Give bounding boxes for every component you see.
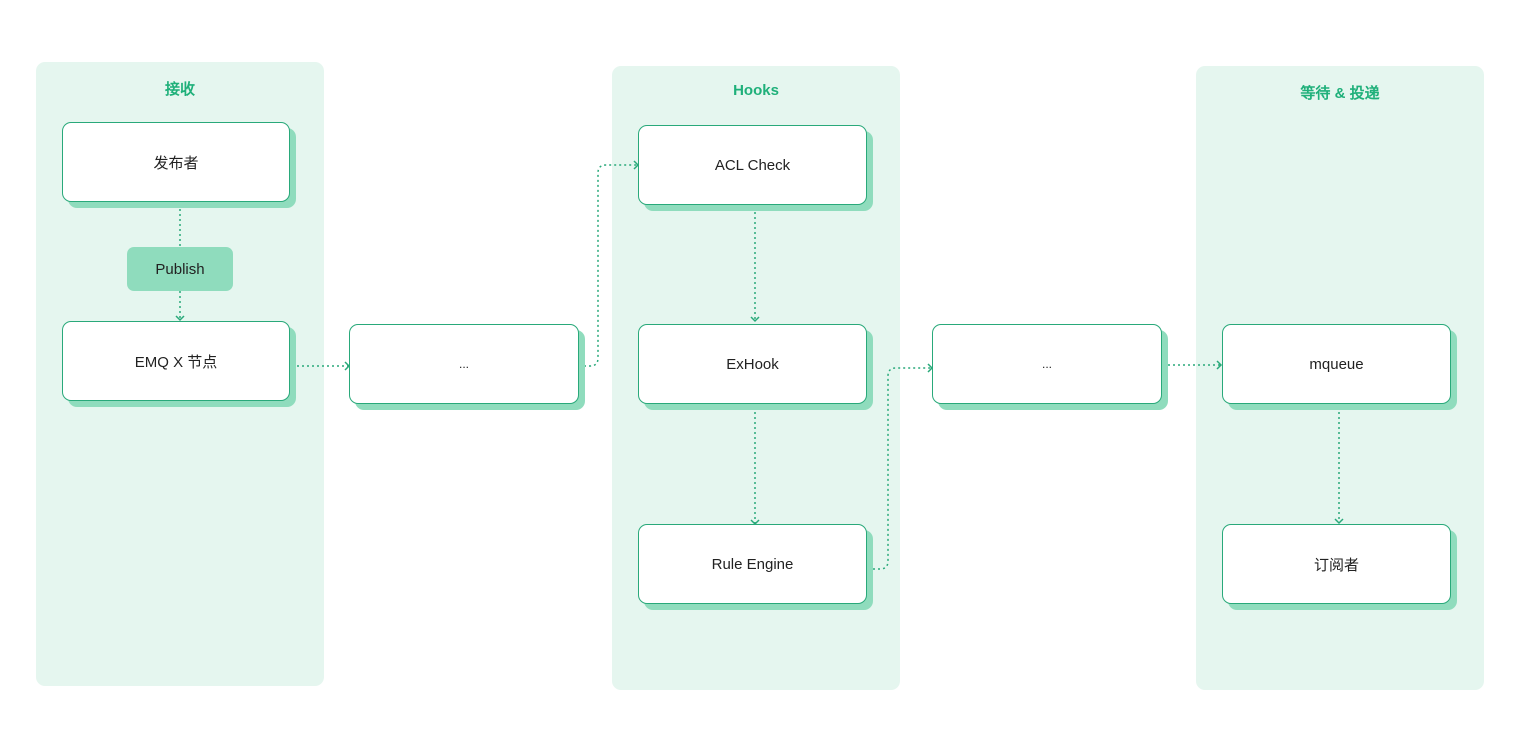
node-label: ExHook bbox=[726, 355, 779, 373]
node-label: 发布者 bbox=[153, 154, 199, 172]
node-publisher: 发布者 bbox=[62, 122, 290, 202]
node-subscriber: 订阅者 bbox=[1222, 524, 1451, 604]
node-label: 订阅者 bbox=[1313, 556, 1359, 574]
node-mqueue: mqueue bbox=[1222, 324, 1451, 404]
node-ellipsis-1: ... bbox=[349, 324, 579, 404]
node-label: ... bbox=[1041, 357, 1052, 371]
node-label: Publish bbox=[155, 260, 205, 278]
node-rule-engine: Rule Engine bbox=[638, 524, 867, 604]
node-acl-check: ACL Check bbox=[638, 125, 867, 205]
node-publish: Publish bbox=[127, 247, 233, 291]
node-label: Rule Engine bbox=[711, 555, 794, 573]
panel-title-hooks: Hooks bbox=[733, 82, 779, 99]
panel-title-deliver: 等待 & 投递 bbox=[1300, 85, 1380, 102]
node-label: ... bbox=[458, 357, 469, 371]
node-emqx: EMQ X 节点 bbox=[62, 321, 290, 401]
node-ellipsis-2: ... bbox=[932, 324, 1162, 404]
node-exhook: ExHook bbox=[638, 324, 867, 404]
node-label: ACL Check bbox=[714, 156, 791, 174]
node-label: mqueue bbox=[1309, 355, 1364, 373]
panel-title-receive: 接收 bbox=[164, 81, 195, 98]
node-label: EMQ X 节点 bbox=[134, 353, 218, 371]
